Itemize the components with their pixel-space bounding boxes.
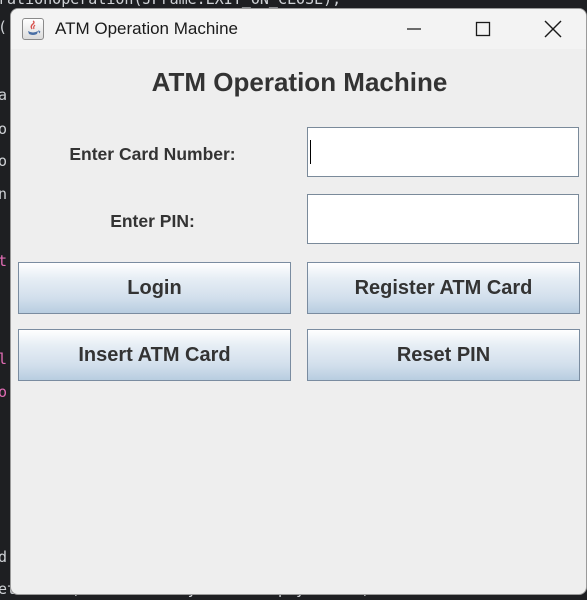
atm-window: ATM Operation Machine ATM Operation Mach… [10, 8, 587, 595]
maximize-icon [475, 21, 491, 37]
code-line: t [0, 252, 8, 270]
login-button[interactable]: Login [18, 262, 291, 314]
close-button[interactable] [518, 9, 586, 49]
text-caret [310, 140, 311, 164]
code-line: a [0, 86, 8, 104]
reset-pin-button[interactable]: Reset PIN [307, 329, 580, 381]
pin-label: Enter PIN: [110, 211, 195, 231]
pin-input[interactable] [307, 194, 579, 244]
code-line: rationOperation(JFrame.EXIT_ON_CLOSE); [0, 0, 341, 8]
window-title: ATM Operation Machine [55, 19, 238, 38]
code-line: o [0, 152, 8, 170]
register-atm-card-button[interactable]: Register ATM Card [307, 262, 580, 314]
code-line: l [0, 350, 8, 368]
insert-atm-card-button[interactable]: Insert ATM Card [18, 329, 291, 381]
java-app-icon [22, 18, 44, 40]
maximize-button[interactable] [448, 9, 518, 49]
code-line: n [0, 185, 8, 203]
title-bar[interactable]: ATM Operation Machine [11, 9, 586, 49]
code-line: d [0, 548, 8, 566]
card-number-label: Enter Card Number: [69, 144, 236, 164]
code-line: ( [0, 18, 7, 36]
close-icon [544, 20, 562, 38]
minimize-button[interactable] [379, 9, 449, 49]
code-line: o [0, 383, 8, 401]
minimize-icon [407, 28, 421, 30]
card-number-input[interactable] [307, 127, 579, 177]
form-heading: ATM Operation Machine [151, 67, 448, 97]
code-line: o [0, 120, 8, 138]
